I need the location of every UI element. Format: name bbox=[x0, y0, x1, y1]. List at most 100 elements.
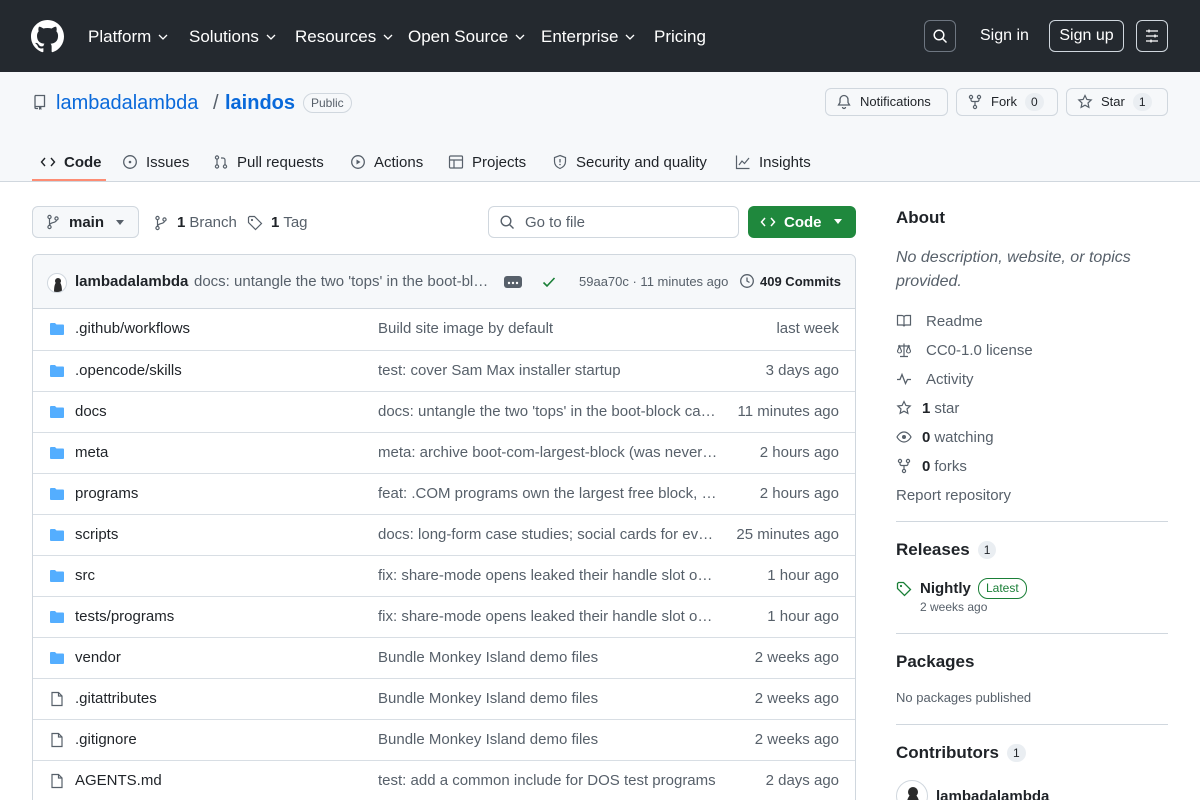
folder-icon bbox=[49, 568, 65, 589]
search-button[interactable] bbox=[924, 20, 956, 52]
nav-solutions[interactable]: Solutions bbox=[189, 26, 277, 48]
file-row[interactable]: .gitignore Bundle Monkey Island demo file… bbox=[33, 719, 855, 760]
go-to-file-input[interactable]: Go to file bbox=[488, 206, 739, 238]
contributors-heading[interactable]: Contributors 1 bbox=[896, 743, 1026, 763]
contributor-avatar[interactable] bbox=[896, 780, 928, 800]
file-commit-message-link[interactable]: Bundle Monkey Island demo files bbox=[378, 649, 718, 666]
file-name-link[interactable]: .gitattributes bbox=[75, 690, 157, 707]
file-name-link[interactable]: vendor bbox=[75, 649, 121, 666]
file-row[interactable]: .github/workflows Build site image by def… bbox=[33, 309, 855, 350]
releases-count: 1 bbox=[977, 541, 997, 559]
commits-history-link[interactable]: 409 Commits bbox=[739, 273, 841, 289]
tag-icon bbox=[247, 215, 263, 231]
tab-insights[interactable]: Insights bbox=[735, 142, 811, 182]
file-row[interactable]: AGENTS.md test: add a common include for … bbox=[33, 760, 855, 800]
file-commit-message-link[interactable]: Bundle Monkey Island demo files bbox=[378, 731, 718, 748]
packages-heading[interactable]: Packages bbox=[896, 652, 974, 672]
stars-link[interactable]: 1 star bbox=[896, 398, 959, 418]
file-name-link[interactable]: .gitignore bbox=[75, 731, 137, 748]
file-name-link[interactable]: tests/programs bbox=[75, 608, 174, 625]
file-commit-message-link[interactable]: fix: share-mode opens leaked their handl… bbox=[378, 567, 718, 584]
tags-link[interactable]: 1 Tag bbox=[247, 214, 308, 232]
activity-link[interactable]: Activity bbox=[896, 369, 974, 389]
tab-projects[interactable]: Projects bbox=[448, 142, 526, 182]
tab-code[interactable]: Code bbox=[40, 142, 102, 182]
nav-platform[interactable]: Platform bbox=[88, 26, 169, 48]
file-row[interactable]: docs docs: untangle the two 'tops' in the… bbox=[33, 391, 855, 432]
file-commit-message-link[interactable]: test: add a common include for DOS test … bbox=[378, 772, 718, 789]
nav-resources[interactable]: Resources bbox=[295, 26, 394, 48]
repo-owner-link[interactable]: lambadalambda bbox=[56, 91, 198, 115]
file-row[interactable]: scripts docs: long-form case studies; soc… bbox=[33, 514, 855, 555]
file-name-link[interactable]: .github/workflows bbox=[75, 320, 190, 337]
tab-actions[interactable]: Actions bbox=[350, 142, 423, 182]
file-name-link[interactable]: .opencode/skills bbox=[75, 362, 182, 379]
tab-pull-requests[interactable]: Pull requests bbox=[213, 142, 324, 182]
nav-open-source[interactable]: Open Source bbox=[408, 26, 526, 48]
fork-icon bbox=[897, 458, 911, 474]
file-name-link[interactable]: docs bbox=[75, 403, 107, 420]
menu-button[interactable] bbox=[1136, 20, 1168, 52]
sign-up-button[interactable]: Sign up bbox=[1049, 20, 1124, 52]
releases-heading[interactable]: Releases 1 bbox=[896, 540, 997, 560]
latest-badge: Latest bbox=[978, 578, 1027, 599]
file-name-link[interactable]: scripts bbox=[75, 526, 118, 543]
file-row[interactable]: vendor Bundle Monkey Island demo files 2 w… bbox=[33, 637, 855, 678]
file-name-link[interactable]: meta bbox=[75, 444, 108, 461]
file-name-link[interactable]: src bbox=[75, 567, 95, 584]
file-row[interactable]: tests/programs fix: share-mode opens leak… bbox=[33, 596, 855, 637]
author-avatar[interactable] bbox=[47, 273, 67, 293]
chevron-down-icon bbox=[158, 34, 168, 40]
notifications-label: Notifications bbox=[860, 94, 931, 109]
graph-icon bbox=[735, 155, 750, 170]
release-name-link[interactable]: Nightly bbox=[920, 580, 971, 597]
file-row[interactable]: programs feat: .COM programs own the larg… bbox=[33, 473, 855, 514]
file-row[interactable]: meta meta: archive boot-com-largest-block… bbox=[33, 432, 855, 473]
folder-icon bbox=[49, 527, 65, 548]
notifications-button[interactable]: Notifications bbox=[825, 88, 948, 116]
file-row[interactable]: .opencode/skills test: cover Sam Max inst… bbox=[33, 350, 855, 391]
fork-button[interactable]: Fork 0 bbox=[956, 88, 1058, 116]
branches-link[interactable]: 1 Branch bbox=[153, 214, 237, 232]
nav-pricing[interactable]: Pricing bbox=[654, 26, 706, 48]
file-row[interactable]: src fix: share-mode opens leaked their ha… bbox=[33, 555, 855, 596]
watchers-link[interactable]: 0 watching bbox=[896, 427, 994, 447]
file-commit-message-link[interactable]: docs: long-form case studies; social car… bbox=[378, 526, 718, 543]
star-button[interactable]: Star 1 bbox=[1066, 88, 1168, 116]
file-commit-message-link[interactable]: docs: untangle the two 'tops' in the boo… bbox=[378, 403, 718, 420]
code-button-label: Code bbox=[784, 213, 822, 231]
file-commit-message-link[interactable]: meta: archive boot-com-largest-block (wa… bbox=[378, 444, 718, 461]
file-commit-message-link[interactable]: Build site image by default bbox=[378, 320, 718, 337]
chevron-down-icon bbox=[515, 34, 525, 40]
file-name-link[interactable]: AGENTS.md bbox=[75, 772, 162, 789]
folder-icon bbox=[49, 321, 65, 342]
commit-message-link[interactable]: docs: untangle the two 'tops' in the boo… bbox=[194, 273, 489, 290]
check-icon[interactable] bbox=[541, 274, 557, 290]
file-row[interactable]: .gitattributes Bundle Monkey Island demo … bbox=[33, 678, 855, 719]
file-commit-message-link[interactable]: fix: share-mode opens leaked their handl… bbox=[378, 608, 718, 625]
nav-enterprise[interactable]: Enterprise bbox=[541, 26, 636, 48]
readme-link[interactable]: Readme bbox=[896, 311, 983, 331]
tab-security[interactable]: Security and quality bbox=[552, 142, 707, 182]
tab-issues[interactable]: Issues bbox=[122, 142, 189, 182]
sign-in-link[interactable]: Sign in bbox=[980, 25, 1029, 47]
forks-link[interactable]: 0 forks bbox=[896, 456, 967, 476]
contributor-name-link[interactable]: lambadalambda bbox=[936, 788, 1049, 800]
branch-selector[interactable]: main bbox=[32, 206, 139, 238]
repo-name-link[interactable]: laindos bbox=[225, 91, 295, 115]
file-commit-message-link[interactable]: Bundle Monkey Island demo files bbox=[378, 690, 718, 707]
expand-commit-button[interactable] bbox=[504, 276, 522, 288]
github-logo-icon[interactable] bbox=[31, 20, 64, 53]
fork-icon bbox=[968, 94, 982, 110]
report-repository-link[interactable]: Report repository bbox=[896, 485, 1011, 505]
file-commit-message-link[interactable]: feat: .COM programs own the largest free… bbox=[378, 485, 718, 502]
commit-author-link[interactable]: lambadalambda bbox=[75, 273, 188, 290]
code-download-button[interactable]: Code bbox=[748, 206, 856, 238]
sliders-icon bbox=[1146, 29, 1158, 43]
commit-hash-time[interactable]: 59aa70c · 11 minutes ago bbox=[579, 274, 728, 289]
file-name-link[interactable]: programs bbox=[75, 485, 138, 502]
file-commit-message-link[interactable]: test: cover Sam Max installer startup bbox=[378, 362, 718, 379]
license-link[interactable]: CC0-1.0 license bbox=[896, 340, 1033, 360]
file-icon bbox=[49, 691, 65, 712]
play-icon bbox=[351, 155, 365, 169]
